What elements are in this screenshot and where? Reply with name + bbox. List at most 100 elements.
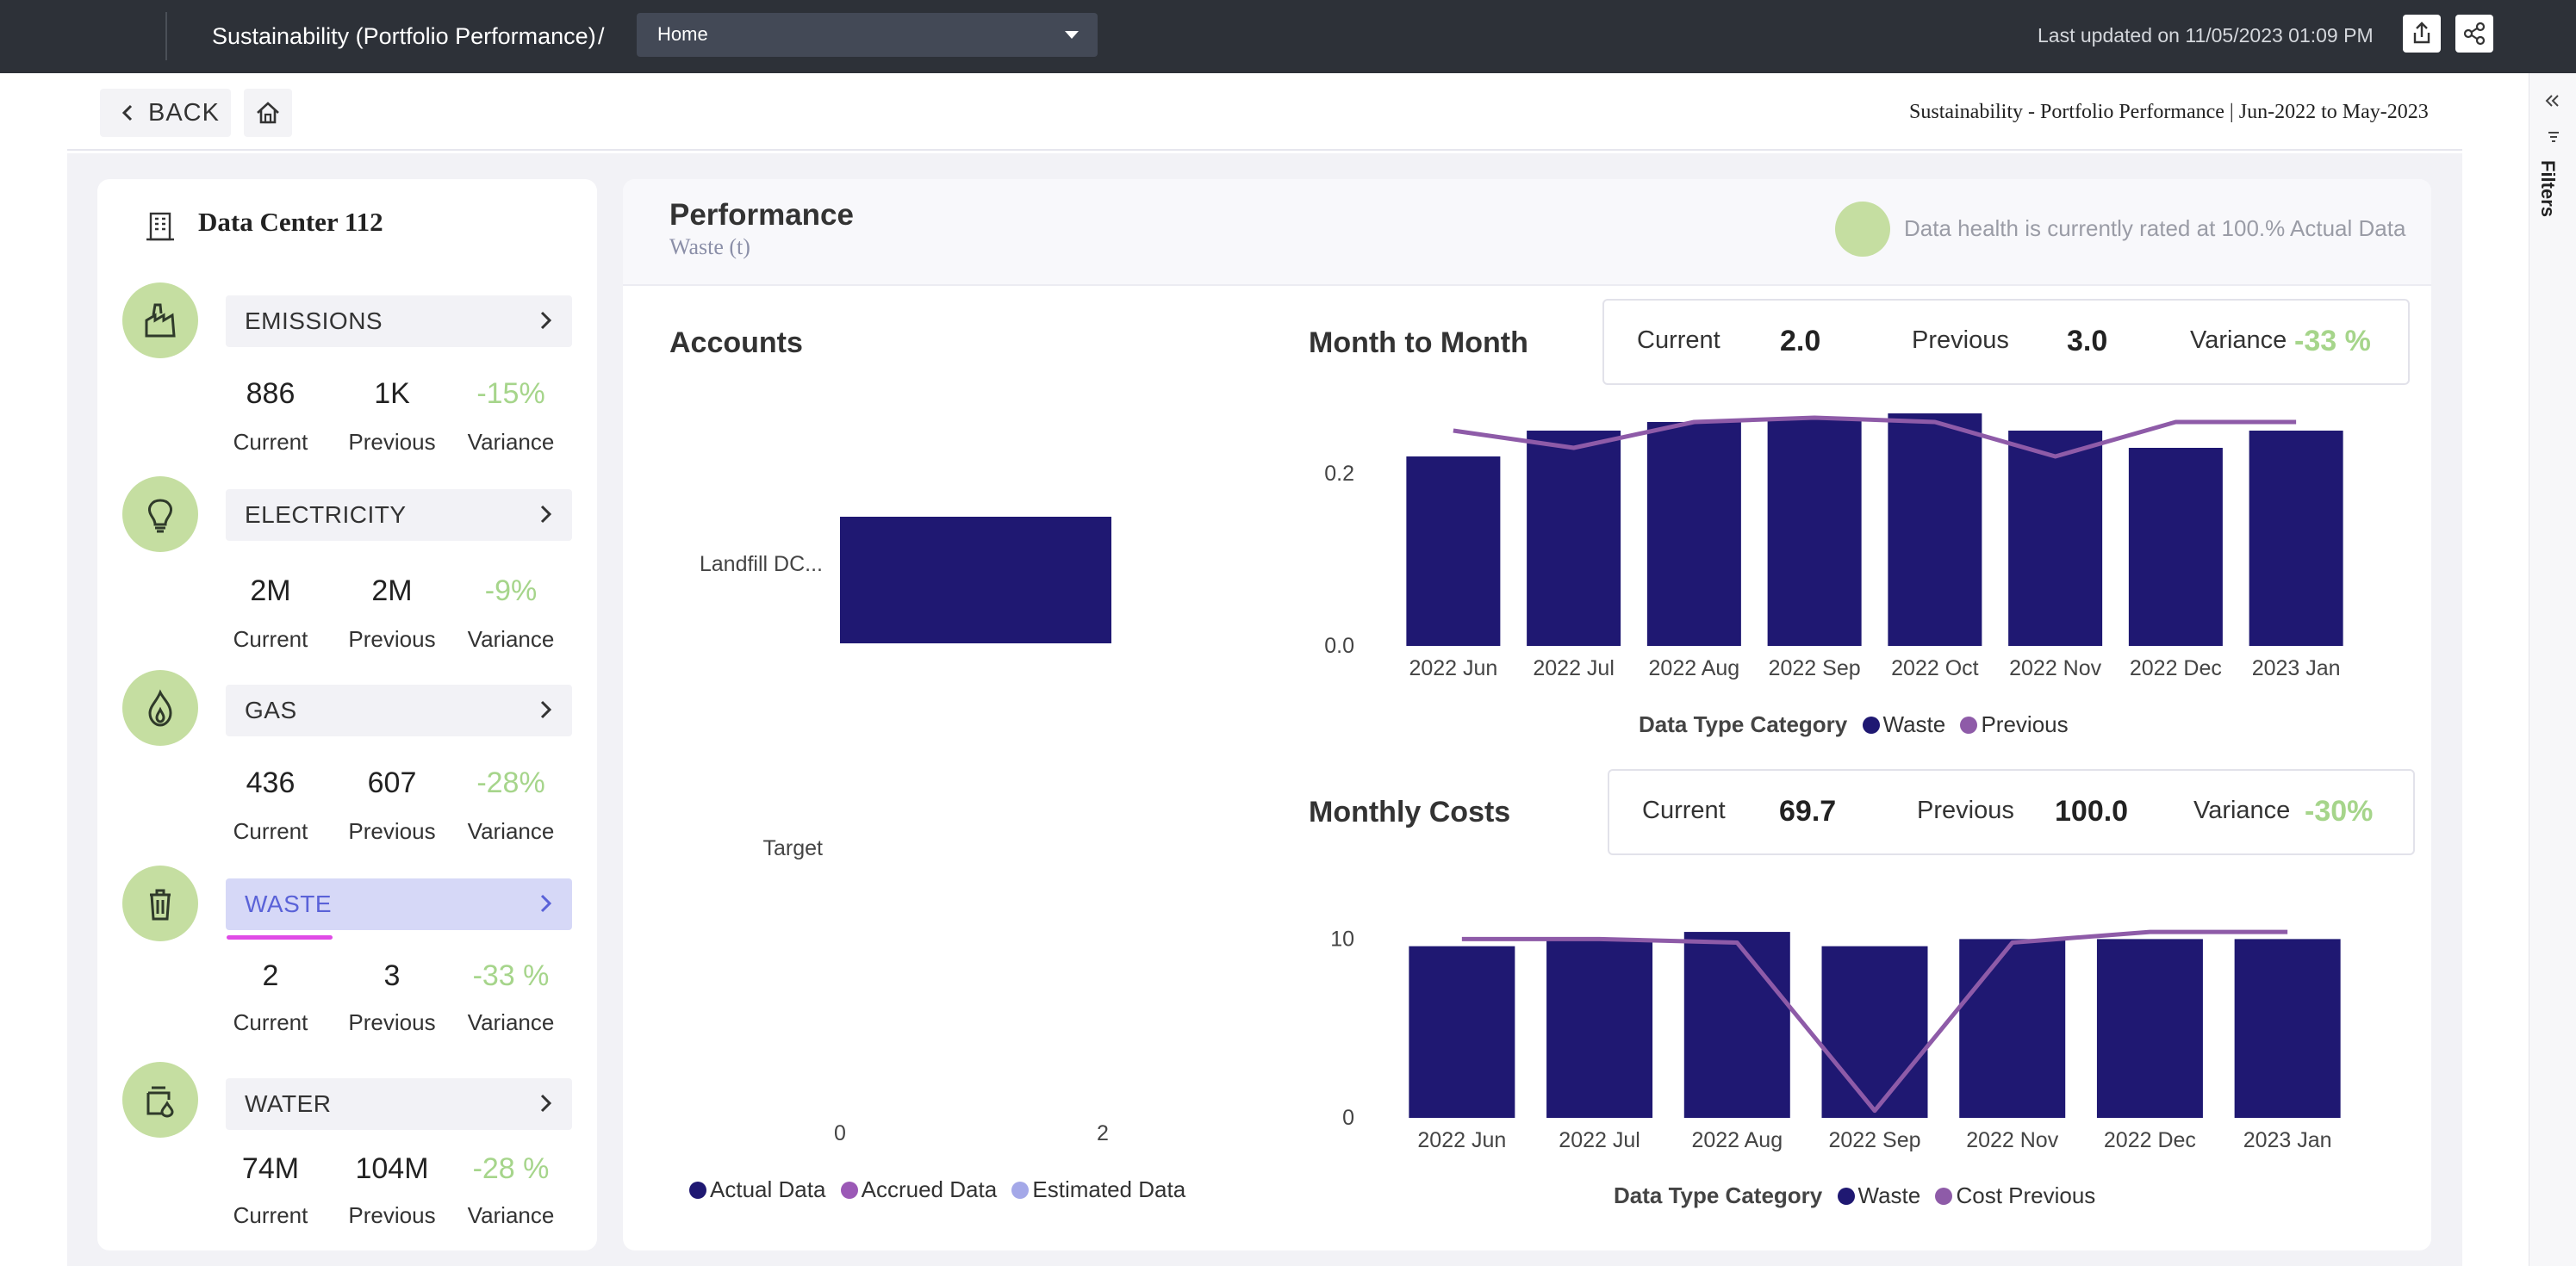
x-tick-label: 2022 Nov bbox=[2009, 656, 2102, 680]
chevron-right-icon bbox=[540, 894, 552, 913]
y-tick-label: 0.2 bbox=[1324, 462, 1354, 486]
current-label: Current bbox=[233, 1009, 308, 1035]
variance-value: -33 % bbox=[472, 959, 550, 992]
trash-bin-icon bbox=[122, 866, 198, 941]
variance-value: -28 % bbox=[472, 1152, 550, 1185]
legend-previous: Previous bbox=[1981, 711, 2069, 737]
bar bbox=[840, 517, 1111, 643]
export-button[interactable] bbox=[2403, 15, 2441, 53]
bar bbox=[2128, 448, 2223, 646]
kpi-variance-label: Variance bbox=[2190, 326, 2287, 354]
category-electricity-button[interactable]: ELECTRICITY bbox=[226, 489, 572, 541]
page-select-dropdown[interactable]: Home bbox=[637, 13, 1098, 57]
y-axis-label: Landfill DC... bbox=[700, 552, 823, 576]
y-tick-label: 0 bbox=[1342, 1106, 1354, 1130]
x-tick-label: 2022 Oct bbox=[1891, 656, 1979, 680]
kpi-current-value: 69.7 bbox=[1779, 795, 1837, 828]
kpi-previous-label: Previous bbox=[1912, 326, 2009, 354]
kpi-current-label: Current bbox=[1637, 326, 1720, 354]
accounts-chart: Landfill DC... Target 0 2 bbox=[700, 517, 1111, 1145]
y-tick-label: 0.0 bbox=[1324, 634, 1354, 658]
performance-title: Performance bbox=[669, 198, 854, 232]
y-axis-label: Target bbox=[763, 836, 824, 860]
bar bbox=[2249, 431, 2343, 646]
top-bar: Sustainability (Portfolio Performance) /… bbox=[0, 0, 2576, 73]
bar bbox=[1406, 456, 1501, 646]
previous-value: 2M bbox=[371, 574, 413, 607]
month-to-month-kpis: Current 2.0 Previous 3.0 Variance -33 % bbox=[1602, 299, 2410, 385]
legend-swatch bbox=[1935, 1188, 1953, 1205]
y-tick-label: 10 bbox=[1330, 927, 1354, 951]
x-tick-label: 2022 Dec bbox=[2130, 656, 2222, 680]
current-label: Current bbox=[233, 818, 308, 844]
current-value: 74M bbox=[241, 1152, 300, 1185]
health-indicator bbox=[1835, 202, 1890, 257]
share-icon bbox=[2463, 22, 2486, 46]
x-tick-label: 2022 Aug bbox=[1691, 1128, 1783, 1152]
bar bbox=[1409, 946, 1515, 1118]
accounts-title: Accounts bbox=[669, 326, 803, 359]
water-icon bbox=[122, 1062, 198, 1138]
x-tick-label: 2022 Jul bbox=[1559, 1128, 1640, 1152]
gas-flame-icon bbox=[122, 670, 198, 746]
kpi-previous-value: 100.0 bbox=[2055, 795, 2129, 828]
current-value: 2 bbox=[262, 959, 279, 992]
x-tick-label: 2022 Dec bbox=[2104, 1128, 2196, 1152]
legend-swatch bbox=[1837, 1188, 1855, 1205]
kpi-previous-value: 3.0 bbox=[2067, 325, 2108, 357]
current-value: 886 bbox=[246, 377, 296, 410]
kpi-variance-label: Variance bbox=[2193, 797, 2291, 824]
chevron-right-icon bbox=[540, 311, 552, 330]
filters-label[interactable]: Filters bbox=[2536, 160, 2559, 217]
home-button[interactable] bbox=[244, 89, 292, 137]
x-tick-label: 2023 Jan bbox=[2252, 656, 2341, 680]
bar bbox=[1888, 413, 1982, 646]
category-label: ELECTRICITY bbox=[245, 501, 407, 528]
legend-waste: Waste bbox=[1857, 1182, 1921, 1208]
bar bbox=[1821, 946, 1928, 1118]
x-tick-label: 2022 Jun bbox=[1417, 1128, 1506, 1152]
back-button[interactable]: BACK bbox=[100, 89, 231, 137]
bar bbox=[1683, 932, 1790, 1118]
monthly-costs-chart: 0 10 2022 Jun 2022 Jul 2022 Aug 2022 Sep 2022 … bbox=[1330, 927, 2341, 1152]
export-icon bbox=[2413, 22, 2430, 44]
month-to-month-title: Month to Month bbox=[1309, 326, 1528, 359]
breadcrumb[interactable]: Sustainability (Portfolio Performance) bbox=[212, 19, 596, 53]
previous-label: Previous bbox=[348, 818, 436, 844]
category-waste-button[interactable]: WASTE bbox=[226, 878, 572, 930]
legend-swatch bbox=[840, 1182, 858, 1199]
x-tick-label: 2023 Jan bbox=[2243, 1128, 2332, 1152]
x-tick-label: 2022 Jun bbox=[1409, 656, 1497, 680]
building-icon bbox=[146, 212, 174, 241]
breadcrumb-separator: / bbox=[598, 23, 605, 49]
previous-label: Previous bbox=[348, 626, 436, 652]
back-label: BACK bbox=[148, 99, 220, 127]
x-tick-label: 2022 Sep bbox=[1828, 1128, 1920, 1152]
chevron-left-icon bbox=[121, 104, 133, 121]
last-updated-text: Last updated on 11/05/2023 01:09 PM bbox=[2038, 24, 2374, 47]
data-health-text: Data health is currently rated at 100.% … bbox=[1904, 215, 2406, 241]
category-emissions-button[interactable]: EMISSIONS bbox=[226, 295, 572, 347]
variance-label: Variance bbox=[467, 626, 555, 652]
x-tick-label: 0 bbox=[834, 1121, 846, 1145]
previous-label: Previous bbox=[348, 1202, 436, 1228]
filters-pane[interactable] bbox=[2529, 73, 2576, 1266]
current-label: Current bbox=[233, 429, 308, 455]
x-tick-label: 2022 Jul bbox=[1533, 656, 1615, 680]
performance-subtitle: Waste (t) bbox=[669, 234, 750, 259]
kpi-current-value: 2.0 bbox=[1780, 325, 1821, 357]
category-gas-button[interactable]: GAS bbox=[226, 685, 572, 736]
previous-value: 104M bbox=[355, 1152, 429, 1185]
category-water-button[interactable]: WATER bbox=[226, 1078, 572, 1130]
legend-swatch bbox=[1011, 1182, 1030, 1199]
variance-value: -15% bbox=[476, 377, 545, 410]
share-button[interactable] bbox=[2455, 15, 2493, 53]
kpi-variance-value: -30% bbox=[2305, 795, 2374, 828]
previous-value: 3 bbox=[383, 959, 401, 992]
previous-label: Previous bbox=[348, 1009, 436, 1035]
collapse-double-chevron-icon[interactable] bbox=[2543, 92, 2562, 109]
variance-label: Variance bbox=[467, 818, 555, 844]
legend-swatch bbox=[1960, 717, 1978, 734]
monthly-costs-kpis: Current 69.7 Previous 100.0 Variance -30… bbox=[1608, 769, 2415, 855]
site-name: Data Center 112 bbox=[198, 207, 383, 237]
